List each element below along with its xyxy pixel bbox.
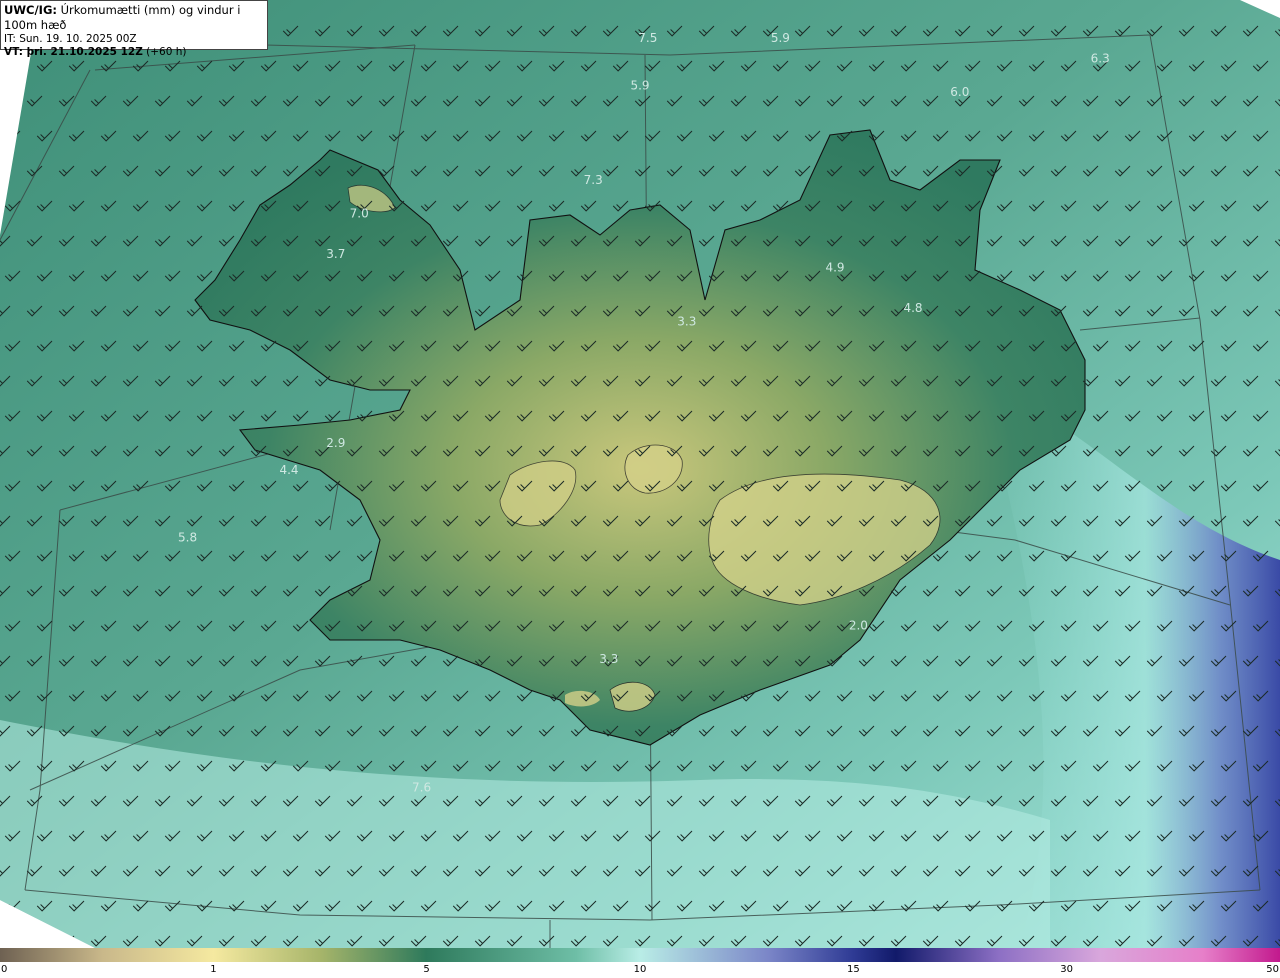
product-code: UWC/IG:: [4, 3, 57, 17]
colorbar-tick: 1: [210, 964, 217, 975]
colorbar-tick: 10: [633, 964, 647, 975]
value-label: 4.9: [825, 261, 844, 275]
value-label: 4.4: [279, 463, 298, 477]
value-label: 5.9: [771, 31, 790, 45]
init-time: IT: Sun. 19. 10. 2025 00Z: [4, 33, 137, 45]
value-label: 4.8: [903, 301, 922, 315]
precipitation-map: 7.5 5.9 6.3 5.9 6.0 7.3 7.0 3.7 4.9 4.8 3.3 2.9 4.4 5…: [0, 0, 1280, 948]
colorbar-tick: 0: [1, 964, 8, 975]
value-label: 3.7: [326, 247, 345, 261]
colorbar-ramp: [0, 948, 1280, 962]
value-label: 3.3: [677, 315, 696, 329]
value-label: 6.0: [950, 85, 969, 99]
forecast-lead: (+60 h): [146, 46, 187, 58]
valid-time: VT: þri. 21.10.2025 12Z: [4, 46, 143, 58]
value-label: 5.8: [178, 531, 197, 545]
value-label: 2.9: [326, 436, 345, 450]
value-label: 3.3: [599, 652, 618, 666]
colorbar-tick: 50: [1266, 964, 1279, 975]
value-label: 2.0: [849, 618, 868, 632]
colorbar-tick: 15: [847, 964, 860, 975]
value-label: 6.3: [1091, 51, 1110, 65]
colorbar: 0 1 5 10 15 30 50: [0, 948, 1280, 978]
value-label: 5.9: [630, 78, 649, 92]
value-label: 7.0: [350, 207, 369, 221]
value-label: 7.3: [584, 173, 603, 187]
value-label: 7.5: [638, 31, 657, 45]
colorbar-tick: 30: [1060, 964, 1073, 975]
value-label: 7.6: [412, 780, 431, 794]
map-info-box: UWC/IG: Úrkomumætti (mm) og vindur i 100…: [0, 0, 268, 58]
colorbar-tick: 5: [423, 964, 430, 975]
